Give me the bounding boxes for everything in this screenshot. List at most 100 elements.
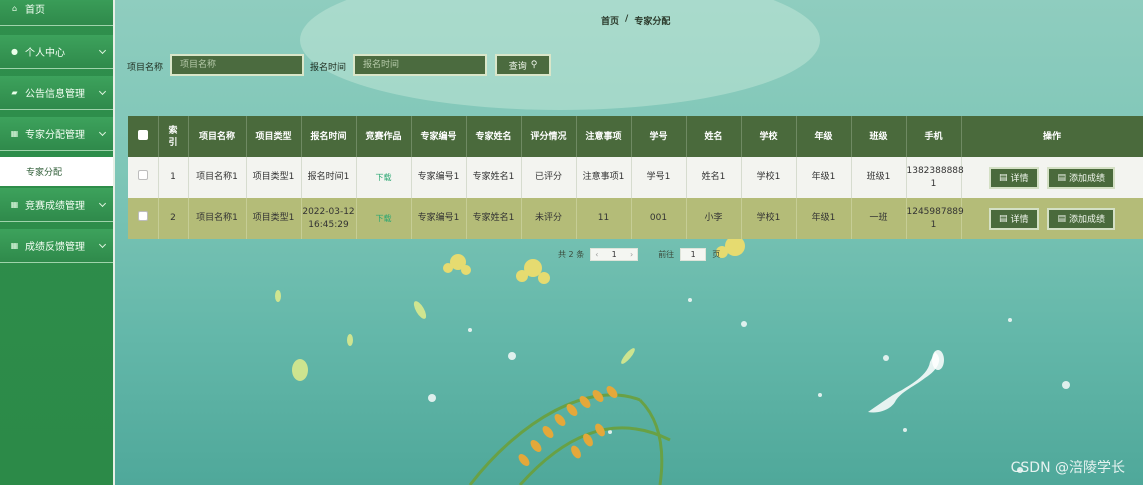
sidebar-item-score-feedback[interactable]: ▦ 成绩反馈管理 (0, 229, 113, 263)
column-header: 报名时间 (301, 116, 357, 157)
table-row: 2 项目名称1 项目类型1 2022-03-12 16:45:29 下载 专家编… (128, 198, 1143, 239)
total-count: 共 2 条 (558, 249, 584, 260)
row-checkbox[interactable] (137, 211, 148, 221)
data-table: 索引 项目名称 项目类型 报名时间 竞赛作品 专家编号 专家姓名 评分情况 注意… (128, 116, 1143, 239)
grid-icon: ▦ (10, 200, 19, 209)
chevron-down-icon (98, 240, 107, 249)
table-row: 1 项目名称1 项目类型1 报名时间1 下载 专家编号1 专家姓名1 已评分 注… (128, 157, 1143, 198)
cell-phone: 1245987889 1 (906, 198, 964, 239)
cell-student-no: 学号1 (631, 157, 687, 198)
cell-actions: ▤ 详情 ▤ 添加成绩 (961, 157, 1143, 198)
sidebar-item-label: 专家分配管理 (25, 130, 85, 141)
cell-grade: 年级1 (796, 157, 852, 198)
row-select-cell[interactable] (128, 198, 159, 239)
sidebar-item-personal-center[interactable]: ● 个人中心 (0, 35, 113, 69)
add-score-button[interactable]: ▤ 添加成绩 (1047, 166, 1115, 189)
sidebar-item-competition-score[interactable]: ▦ 竞赛成绩管理 (0, 188, 113, 222)
grid-icon: ▦ (10, 241, 19, 250)
cell-signup-time: 2022-03-12 16:45:29 (301, 198, 357, 239)
phone-line: 1 (930, 219, 937, 230)
cell-notes: 注意事项1 (576, 157, 632, 198)
select-all-cell[interactable] (128, 116, 159, 157)
add-score-button[interactable]: ▤ 添加成绩 (1047, 207, 1115, 230)
signup-date: 2022-03-12 (302, 206, 355, 217)
cell-signup-time: 报名时间1 (301, 157, 357, 198)
column-header: 年级 (796, 116, 852, 157)
column-header: 专家编号 (411, 116, 467, 157)
cell-project-type: 项目类型1 (246, 198, 302, 239)
sidebar-subitem-label: 专家分配 (26, 168, 63, 178)
column-header: 评分情况 (521, 116, 577, 157)
home-icon: ⌂ (11, 4, 18, 13)
column-header: 索引 (158, 116, 189, 157)
current-page[interactable]: 1 (612, 250, 617, 259)
download-link[interactable]: 下载 (376, 214, 392, 223)
sidebar-item-home[interactable]: ⌂ 首页 (0, 0, 113, 26)
phone-line: 1 (930, 178, 937, 189)
project-name-input[interactable] (170, 54, 304, 76)
sidebar-subitem-expert-assign[interactable]: 专家分配 (0, 157, 113, 186)
cell-work: 下载 (356, 198, 412, 239)
column-header: 姓名 (686, 116, 742, 157)
cell-index: 2 (158, 198, 189, 239)
column-header: 竞赛作品 (356, 116, 412, 157)
breadcrumb: 首页 / 专家分配 (601, 14, 670, 27)
download-link[interactable]: 下载 (376, 173, 392, 182)
page-nav: ‹ 1 › (590, 248, 639, 261)
column-header: 项目名称 (188, 116, 247, 157)
chevron-down-icon (98, 87, 107, 96)
cell-expert-no: 专家编号1 (411, 157, 467, 198)
column-header: 学校 (741, 116, 797, 157)
page-suffix: 页 (712, 250, 721, 259)
detail-button[interactable]: ▤ 详情 (989, 166, 1039, 189)
chevron-down-icon (98, 128, 107, 137)
cell-class: 班级1 (851, 157, 907, 198)
watermark: CSDN @涪陵学长 (1010, 460, 1125, 476)
search-button-label: 查询 (508, 61, 527, 72)
chevron-right-icon[interactable]: › (630, 250, 633, 259)
signup-time-input[interactable] (353, 54, 487, 76)
sidebar-item-expert-assign[interactable]: ▦ 专家分配管理 (0, 117, 113, 151)
phone-line: 1382388888 (906, 165, 964, 176)
table-header-row: 索引 项目名称 项目类型 报名时间 竞赛作品 专家编号 专家姓名 评分情况 注意… (128, 116, 1143, 157)
document-icon: ▤ (1057, 213, 1066, 224)
goto-label: 前往 (658, 250, 675, 259)
cell-score-status: 已评分 (521, 157, 577, 198)
column-header: 班级 (851, 116, 907, 157)
cell-score-status: 未评分 (521, 198, 577, 239)
chevron-down-icon (98, 46, 107, 55)
search-button[interactable]: 查询 ⚲ (495, 54, 551, 76)
add-score-button-label: 添加成绩 (1068, 215, 1105, 225)
column-header: 注意事项 (576, 116, 632, 157)
cell-school: 学校1 (741, 157, 797, 198)
user-icon: ● (11, 47, 18, 56)
goto-page-input[interactable]: 1 (680, 248, 707, 261)
sidebar: ⌂ 首页 ● 个人中心 ▰ 公告信息管理 ▦ 专家分配管理 专家分配 ▦ 竞赛成… (0, 0, 115, 485)
notice-icon: ▰ (11, 88, 18, 97)
detail-button[interactable]: ▤ 详情 (989, 207, 1039, 230)
breadcrumb-home[interactable]: 首页 (601, 14, 619, 27)
project-name-label: 项目名称 (127, 63, 164, 73)
row-select-cell[interactable] (128, 157, 159, 198)
column-header: 学号 (631, 116, 687, 157)
pagination: 共 2 条 ‹ 1 › 前往 1 页 (558, 248, 720, 261)
column-header: 专家姓名 (466, 116, 522, 157)
cell-school: 学校1 (741, 198, 797, 239)
breadcrumb-separator: / (625, 14, 629, 24)
cell-project-name: 项目名称1 (188, 198, 247, 239)
document-icon: ▤ (999, 213, 1008, 224)
chevron-down-icon (98, 199, 107, 208)
cell-student-name: 小李 (686, 198, 742, 239)
column-header: 项目类型 (246, 116, 302, 157)
sidebar-item-label: 成绩反馈管理 (25, 242, 85, 253)
chevron-left-icon[interactable]: ‹ (595, 250, 598, 259)
document-icon: ▤ (1057, 172, 1066, 183)
cell-student-no: 001 (631, 198, 687, 239)
cell-phone: 1382388888 1 (906, 157, 964, 198)
cell-grade: 年级1 (796, 198, 852, 239)
column-header: 手机 (906, 116, 962, 157)
row-checkbox[interactable] (137, 170, 148, 180)
select-all-checkbox[interactable] (137, 129, 148, 140)
sidebar-item-label: 竞赛成绩管理 (25, 201, 85, 212)
sidebar-item-notice[interactable]: ▰ 公告信息管理 (0, 76, 113, 110)
